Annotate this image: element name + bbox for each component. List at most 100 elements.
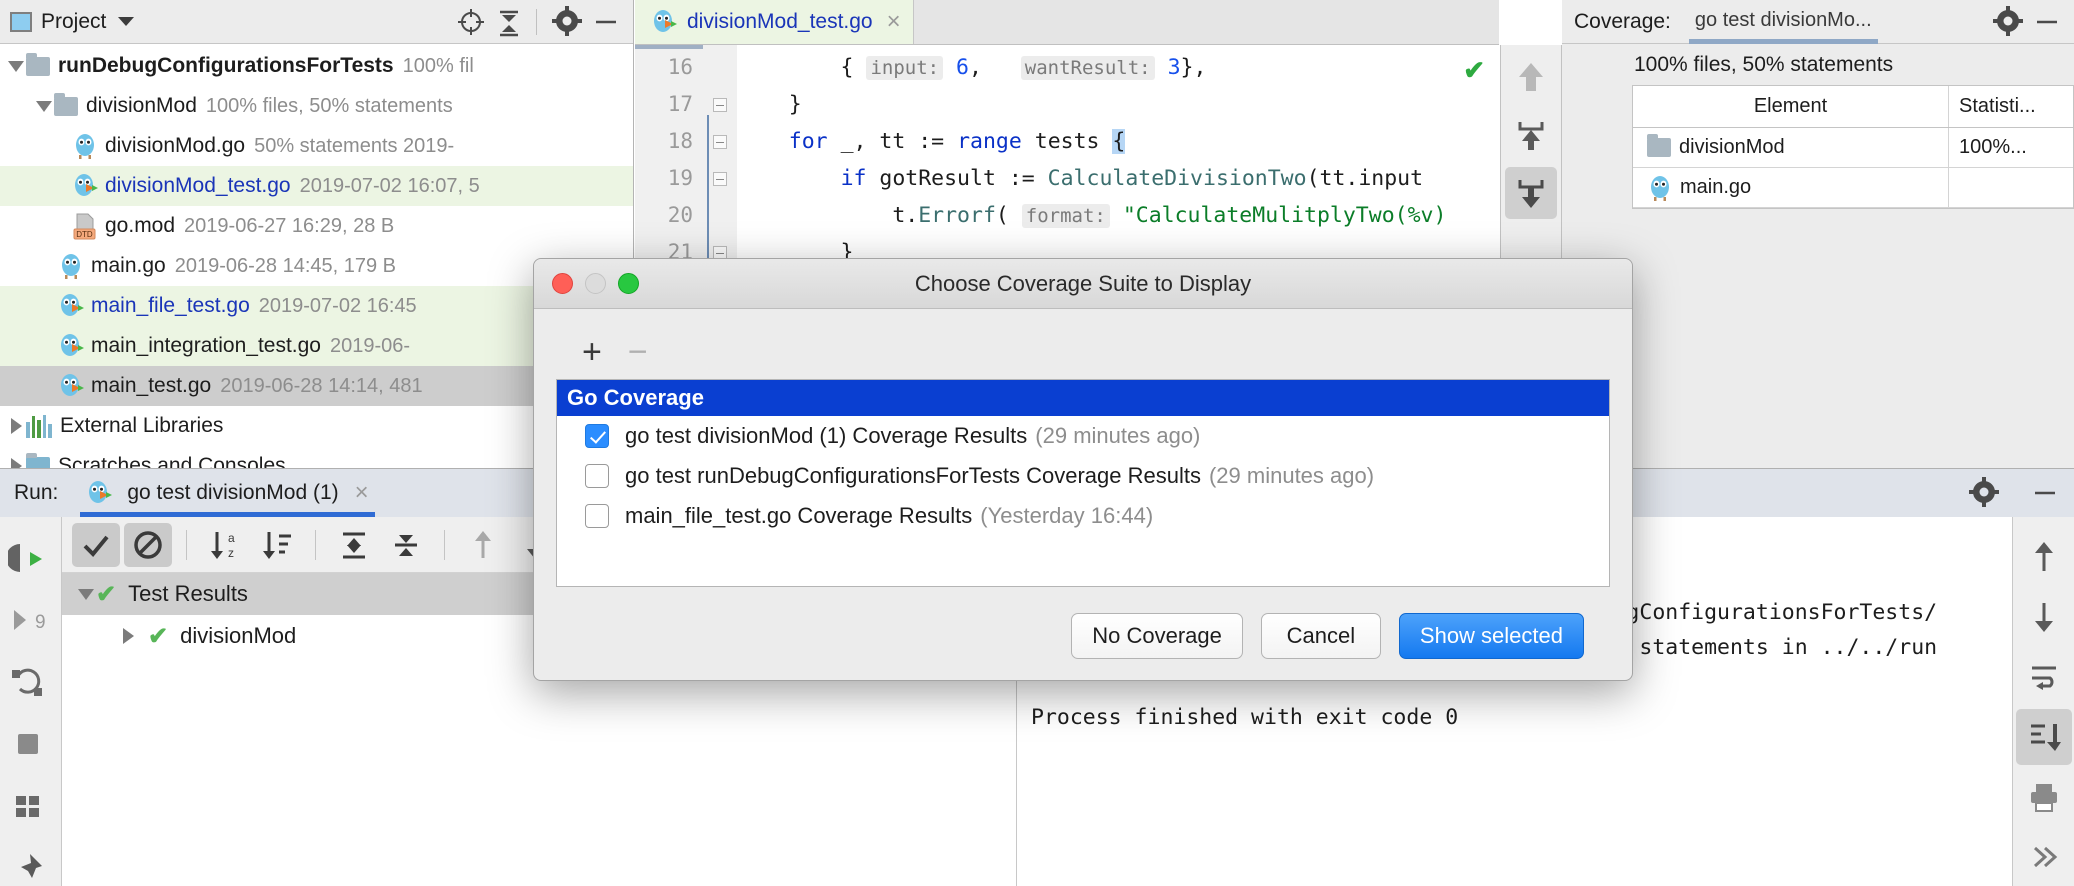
project-panel-title: Project [41, 10, 106, 34]
tree-label: runDebugConfigurationsForTests [58, 54, 394, 78]
expand-toggle-icon[interactable] [34, 101, 54, 112]
ide-window: Project runDebugConfigurationsForTes [0, 0, 2074, 886]
editor-tab-bar: divisionMod_test.go × [635, 0, 1499, 45]
editor-tab-divisionMod-test-go[interactable]: divisionMod_test.go × [635, 0, 914, 44]
coverage-statistics-label: 100% files, 50% statements [1624, 44, 2074, 85]
coverage-suite-tab[interactable]: go test divisionMo... [1695, 9, 1872, 34]
code-line-17: } [737, 86, 1499, 123]
import-down-icon[interactable] [1505, 167, 1557, 219]
go-test-file-icon [58, 292, 84, 320]
go-file-icon [1647, 174, 1673, 202]
inspection-ok-icon[interactable]: ✔ [1463, 55, 1485, 86]
svg-text:z: z [228, 546, 234, 560]
show-selected-button[interactable]: Show selected [1399, 613, 1584, 659]
tree-meta: 50% statements 2019- [254, 135, 454, 158]
coverage-table: Element Statisti... divisionMod 100%... [1632, 85, 2074, 209]
fold-toggle-icon[interactable] [713, 98, 727, 112]
down-arrow-icon[interactable] [2016, 589, 2072, 645]
gear-icon[interactable] [1968, 476, 2002, 510]
tree-label: main_integration_test.go [91, 334, 321, 358]
editor-tab-label: divisionMod_test.go [687, 10, 873, 34]
chevron-down-icon[interactable] [118, 17, 134, 26]
show-passed-icon[interactable] [72, 523, 120, 567]
print-icon[interactable] [2016, 769, 2072, 825]
tree-row-divisionMod-go[interactable]: divisionMod.go 50% statements 2019- [0, 126, 633, 166]
zoom-icon[interactable] [618, 273, 639, 294]
expand-toggle-icon[interactable] [76, 589, 96, 600]
table-row[interactable]: main.go [1633, 168, 2073, 208]
tree-label: divisionMod_test.go [105, 174, 291, 198]
tree-row-divisionMod-test-go[interactable]: divisionMod_test.go 2019-07-02 16:07, 5 [0, 166, 633, 206]
minimize-icon[interactable] [589, 5, 623, 39]
table-row[interactable]: divisionMod 100%... [1633, 128, 2073, 168]
gear-icon[interactable] [1992, 5, 2026, 39]
close-icon[interactable] [552, 273, 573, 294]
folder-icon [54, 97, 78, 116]
scroll-to-end-icon[interactable] [2016, 709, 2072, 765]
prev-failed-icon[interactable] [459, 523, 507, 567]
minimize-icon[interactable] [585, 273, 606, 294]
dialog-title-bar[interactable]: Choose Coverage Suite to Display [534, 259, 1632, 309]
remove-suite-button[interactable]: − [628, 335, 648, 369]
close-icon[interactable]: × [887, 10, 901, 34]
gear-icon[interactable] [551, 5, 585, 39]
expand-toggle-icon[interactable] [118, 628, 138, 644]
list-item[interactable]: go test runDebugConfigurationsForTests C… [557, 456, 1609, 496]
suite-age: (29 minutes ago) [1035, 423, 1200, 449]
coverage-statistic [1948, 168, 2073, 207]
run-panel-title: Run: [14, 481, 58, 505]
suite-checkbox[interactable] [585, 504, 609, 528]
sort-by-duration-icon[interactable] [253, 523, 301, 567]
cancel-button[interactable]: Cancel [1261, 613, 1381, 659]
collapse-all-icon[interactable] [492, 5, 526, 39]
suite-checkbox[interactable] [585, 424, 609, 448]
run-configuration-tab[interactable]: go test divisionMod (1) × [80, 469, 374, 517]
up-arrow-icon[interactable] [2016, 529, 2072, 585]
tree-row-divisionMod[interactable]: divisionMod 100% files, 50% statements [0, 86, 633, 126]
fold-toggle-icon[interactable] [713, 172, 727, 186]
fold-toggle-icon[interactable] [713, 135, 727, 149]
list-item[interactable]: main_file_test.go Coverage Results (Yest… [557, 496, 1609, 536]
coverage-tool-window: Coverage: go test divisionMo... 100% fil… [1562, 0, 2074, 468]
list-item[interactable]: go test divisionMod (1) Coverage Results… [557, 416, 1609, 456]
column-header-statistics[interactable]: Statisti... [1948, 86, 2073, 127]
suite-checkbox[interactable] [585, 464, 609, 488]
run-left-toolbar: 9 [0, 517, 62, 886]
rerun-failed-icon[interactable]: 9 [0, 589, 56, 651]
toggle-auto-test-icon[interactable] [0, 651, 56, 713]
minimize-icon[interactable] [2030, 5, 2064, 39]
code-line-20: t.Errorf( format: "CalculateMulitplyTwo(… [737, 197, 1499, 234]
tree-row-go-mod[interactable]: DTD go.mod 2019-06-27 16:29, 28 B [0, 206, 633, 246]
layout-icon[interactable] [0, 775, 56, 837]
indent-guide [707, 115, 709, 265]
export-up-icon[interactable] [1505, 109, 1557, 161]
tree-label: divisionMod.go [105, 134, 245, 158]
stop-icon[interactable] [0, 713, 56, 775]
tree-meta: 2019-06-28 14:14, 481 [220, 375, 422, 398]
column-header-element[interactable]: Element [1633, 95, 1948, 118]
minimize-icon[interactable] [2028, 476, 2062, 510]
rerun-icon[interactable] [0, 527, 56, 589]
tree-row-runDebugConfigurationsForTests[interactable]: runDebugConfigurationsForTests 100% fil [0, 46, 633, 86]
folder-icon [26, 57, 50, 76]
expand-toggle-icon[interactable] [6, 61, 26, 72]
pin-icon[interactable] [0, 837, 56, 886]
soft-wrap-icon[interactable] [2016, 649, 2072, 705]
tree-label: main_test.go [91, 374, 211, 398]
no-coverage-button[interactable]: No Coverage [1071, 613, 1243, 659]
collapse-all-icon[interactable] [382, 523, 430, 567]
coverage-content: 100% files, 50% statements Element Stati… [1624, 44, 2074, 468]
sort-alphabetically-icon[interactable]: az [201, 523, 249, 567]
hide-ignored-icon[interactable] [124, 523, 172, 567]
expand-all-icon[interactable] [330, 523, 378, 567]
expand-icon[interactable] [2016, 829, 2072, 885]
svg-text:DTD: DTD [76, 230, 93, 239]
close-icon[interactable]: × [355, 481, 369, 505]
coverage-suite-list[interactable]: Go Coverage go test divisionMod (1) Cove… [556, 379, 1610, 587]
locate-icon[interactable] [454, 5, 488, 39]
svg-text:9: 9 [35, 612, 46, 633]
tree-meta: 2019-07-02 16:07, 5 [300, 175, 480, 198]
up-arrow-icon[interactable] [1505, 51, 1557, 103]
add-suite-button[interactable]: + [582, 335, 602, 369]
expand-toggle-icon[interactable] [6, 418, 26, 434]
